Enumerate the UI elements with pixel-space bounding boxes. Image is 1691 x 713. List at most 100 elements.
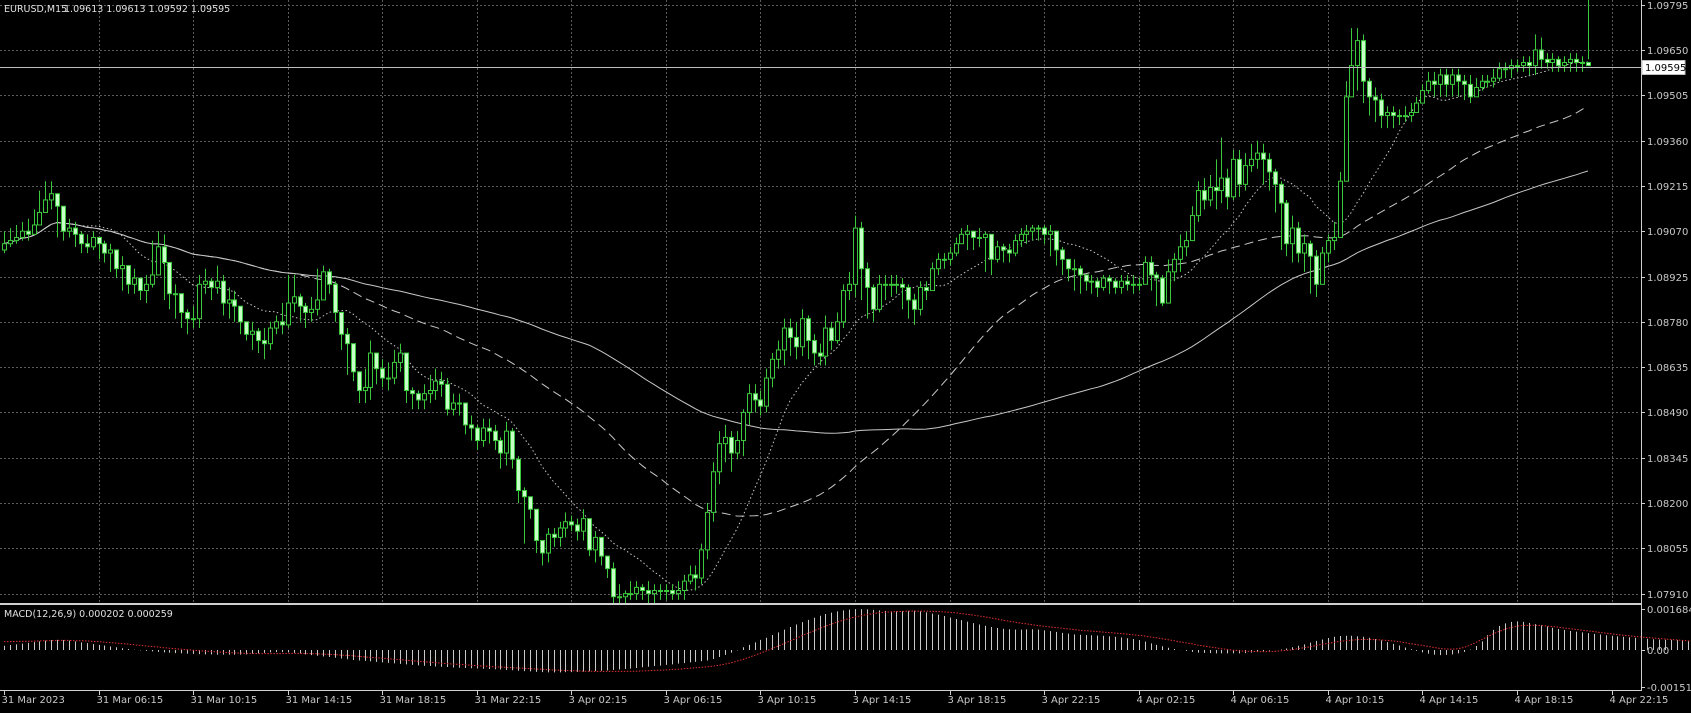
time-tick-label: 4 Apr 14:15 — [1420, 695, 1479, 706]
candle-body-bear — [860, 228, 864, 269]
candle-body-bull — [322, 272, 326, 300]
candle-body-bear — [346, 334, 350, 343]
candle-body-bull — [1410, 112, 1414, 115]
candle-body-bear — [872, 287, 876, 309]
candle-body-bear — [1374, 97, 1378, 100]
candle-body-bear — [1155, 275, 1159, 278]
candle-body-bull — [1569, 59, 1573, 62]
candle-body-bear — [1297, 228, 1301, 253]
candle-body-bear — [1280, 184, 1284, 203]
candle-body-bear — [464, 403, 468, 425]
candle-body-bear — [98, 237, 102, 243]
candle-body-bear — [866, 269, 870, 288]
candle-body-bear — [523, 491, 527, 497]
candle-body-bear — [103, 244, 107, 253]
candle-body-bull — [109, 250, 113, 253]
candle-body-bear — [1262, 153, 1266, 159]
candle-body-bear — [1096, 281, 1100, 287]
candle-body-bear — [1043, 228, 1047, 234]
candle-body-bear — [1362, 41, 1366, 82]
candle-body-bear — [1469, 84, 1473, 96]
candle-body-bear — [647, 591, 651, 594]
candle-body-bear — [1108, 278, 1112, 281]
candle-body-bear — [245, 322, 249, 334]
candle-body-bear — [499, 441, 503, 453]
macd-header: MACD(12,26,9) 0.000202 0.000259 — [4, 609, 173, 620]
candle-body-bull — [1220, 178, 1224, 190]
candle-body-bull — [1386, 112, 1390, 115]
candle — [612, 562, 616, 603]
candle-body-bear — [127, 266, 131, 285]
candle-body-bear — [1540, 50, 1544, 59]
candle-body-bull — [1339, 181, 1343, 237]
chart-root[interactable]: 1.09595 1.097951.096501.095051.093601.09… — [0, 0, 1691, 709]
time-tick-label: 3 Apr 22:15 — [1042, 695, 1101, 706]
candle-body-bear — [488, 428, 492, 431]
candle-body-bull — [228, 300, 232, 303]
candle-body-bear — [417, 394, 421, 400]
candle-body-bear — [115, 250, 119, 269]
chart-svg[interactable]: 1.09595 1.097951.096501.095051.093601.09… — [0, 0, 1691, 709]
price-tick-label: 1.08925 — [1647, 273, 1688, 284]
candle-body-bear — [1392, 112, 1396, 115]
candle-body-bear — [913, 300, 917, 309]
candle-body-bull — [1120, 281, 1124, 287]
candle-body-bear — [901, 284, 905, 287]
candle-body-bear — [730, 437, 734, 453]
candle-body-bear — [754, 394, 758, 400]
candle-body-bull — [293, 297, 297, 303]
price-tick-label: 1.08780 — [1647, 318, 1688, 329]
macd-tick-label: 0.00 — [1647, 646, 1669, 657]
candle-body-bull — [712, 472, 716, 513]
candle-body-bear — [328, 272, 332, 284]
candle-body-bull — [1014, 241, 1018, 253]
candle-body-bull — [895, 284, 899, 285]
candle-body-bull — [174, 294, 178, 295]
candle-body-bear — [1203, 191, 1207, 200]
candle-body-bull — [192, 319, 196, 320]
candle-body-bull — [559, 528, 563, 537]
candle — [1161, 275, 1165, 306]
candle-body-bear — [1226, 178, 1230, 197]
candle-body-bear — [553, 534, 557, 537]
candle-body-bull — [9, 241, 13, 244]
candle-body-bear — [1150, 262, 1154, 274]
candle-body-bull — [594, 537, 598, 549]
candle-body-bull — [1345, 97, 1349, 181]
candle-body-bear — [163, 247, 167, 263]
ohlc-values: 1.09613 1.09613 1.09592 1.09595 — [64, 4, 230, 15]
candle-body-bear — [1575, 59, 1579, 62]
candle-body-bear — [819, 353, 823, 356]
candle-body-bull — [1439, 75, 1443, 84]
candle-body-bear — [334, 284, 338, 312]
candle-body-bear — [1463, 81, 1467, 84]
candle-body-bull — [1232, 159, 1236, 196]
candle-body-bull — [21, 231, 25, 237]
candle-body-bear — [612, 569, 616, 597]
candle-body-bull — [310, 309, 314, 312]
candle-body-bull — [3, 244, 7, 250]
candle-body-bear — [1368, 81, 1372, 97]
time-tick-label: 4 Apr 18:15 — [1515, 695, 1574, 706]
candle-body-bull — [1244, 166, 1248, 185]
candle-body-bull — [1037, 228, 1041, 229]
time-tick-label: 3 Apr 06:15 — [664, 695, 723, 706]
candle-body-bull — [1031, 228, 1035, 231]
candle-body-bull — [1498, 69, 1502, 78]
candle-body-bull — [582, 519, 586, 531]
candle-body-bull — [1551, 59, 1555, 62]
time-tick-label: 31 Mar 2023 — [2, 695, 65, 706]
candle-body-bull — [1209, 187, 1213, 199]
candle-body-bear — [1315, 256, 1319, 284]
candle-body-bear — [694, 575, 698, 578]
candle-body-bull — [399, 353, 403, 362]
candle-body-bear — [925, 287, 929, 290]
candle-body-bear — [352, 344, 356, 372]
candle-body-bear — [807, 319, 811, 341]
candle-body-bull — [1020, 234, 1024, 240]
symbol-timeframe: EURUSD,M15 — [4, 4, 67, 15]
candle-body-bear — [358, 372, 362, 391]
candle-body-bull — [1173, 259, 1177, 271]
candle-body-bull — [919, 287, 923, 309]
candle-body-bear — [1557, 59, 1561, 65]
